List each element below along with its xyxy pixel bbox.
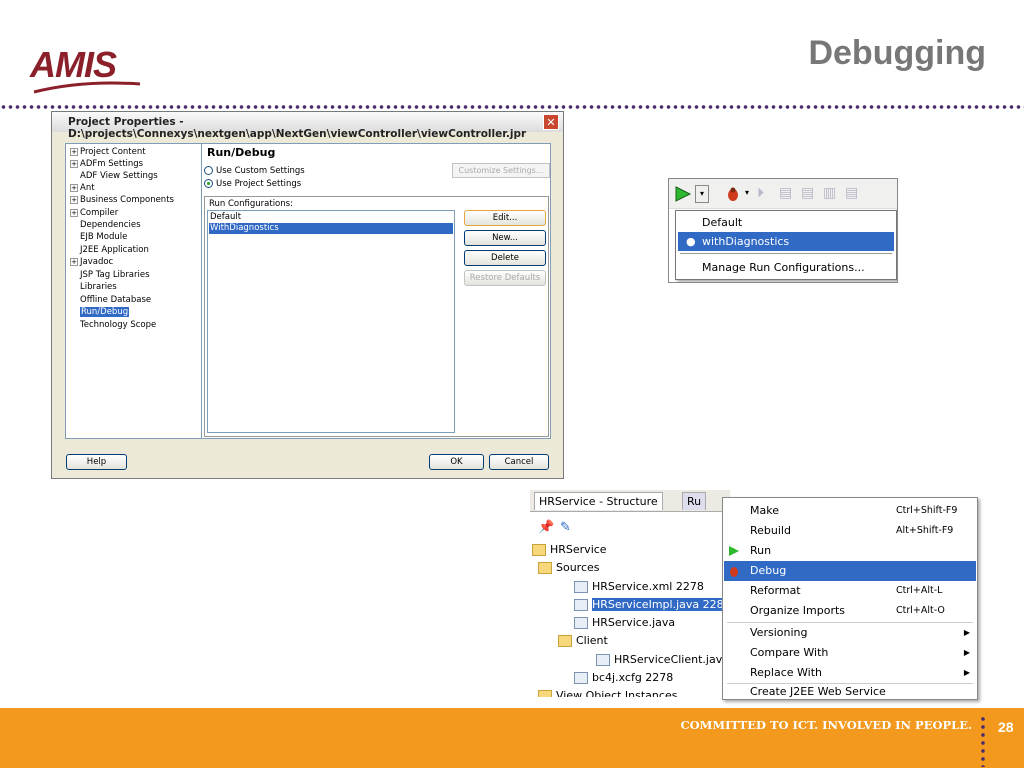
ok-button[interactable]: OK: [429, 454, 484, 470]
tree-item-project-content[interactable]: + Project Content: [70, 147, 146, 157]
debug-bug-icon[interactable]: [725, 186, 741, 202]
list-item[interactable]: WithDiagnostics: [209, 223, 453, 234]
submenu-arrow-icon: ▶: [963, 648, 970, 657]
tree-item-adf-view-settings[interactable]: ADF View Settings: [70, 171, 158, 181]
run-configurations-list[interactable]: Default WithDiagnostics: [207, 210, 455, 433]
menu-item-rebuild[interactable]: Rebuild Alt+Shift-F9: [724, 521, 976, 541]
tree-node-view-object-instances[interactable]: View Object Instances: [538, 688, 677, 697]
run-configurations-label: Run Configurations:: [209, 199, 293, 209]
tree-item-offline-database[interactable]: Offline Database: [70, 295, 151, 305]
tree-item-business-components[interactable]: + Business Components: [70, 195, 174, 205]
tree-item-ejb-module[interactable]: EJB Module: [70, 232, 127, 242]
menu-item-create-j2ee-web-service[interactable]: Create J2EE Web Service: [724, 682, 976, 702]
run-toolbar-popup: ▾ ▾ ⏵ ▤ ▤ ▥ ▤ Default ● withDiagnostics M…: [668, 178, 898, 283]
tree-item-libraries[interactable]: Libraries: [70, 282, 117, 292]
menu-item-organize-imports[interactable]: Organize Imports Ctrl+Alt-O: [724, 601, 976, 621]
submenu-arrow-icon: ▶: [963, 628, 970, 637]
menu-separator: [680, 253, 892, 254]
chevron-down-icon[interactable]: ▾: [695, 185, 709, 203]
dialog-title: Project Properties - D:\projects\Connexy…: [68, 116, 527, 140]
menu-item-withdiagnostics[interactable]: ● withDiagnostics: [678, 232, 894, 251]
restore-defaults-button[interactable]: Restore Defaults: [464, 270, 546, 286]
edit-button[interactable]: Edit...: [464, 210, 546, 226]
cancel-button[interactable]: Cancel: [489, 454, 549, 470]
tree-node-client[interactable]: Client: [558, 633, 608, 649]
tree-item-technology-scope[interactable]: Technology Scope: [70, 320, 156, 330]
java-file-icon: [574, 599, 588, 611]
app-module-icon: [532, 544, 546, 556]
panel-title: Run/Debug: [207, 146, 276, 159]
dotted-divider: [0, 103, 1024, 111]
step-into-icon: ▤: [801, 185, 815, 201]
menu-item-debug[interactable]: Debug: [724, 561, 976, 581]
context-menu: Make Ctrl+Shift-F9 Rebuild Alt+Shift-F9 Ru…: [722, 497, 978, 700]
menu-item-run[interactable]: Run: [724, 541, 976, 561]
close-icon[interactable]: ✕: [543, 114, 559, 130]
footer-tagline: COMMITTED TO ICT. INVOLVED IN PEOPLE.: [680, 718, 973, 732]
menu-item-replace-with[interactable]: Replace With ▶: [724, 663, 976, 683]
chevron-down-icon[interactable]: ▾: [745, 188, 749, 197]
tree-node-hrservice-java[interactable]: HRService.java: [574, 615, 675, 631]
selected-bullet-icon: ●: [686, 235, 696, 248]
pin-icon[interactable]: 📌: [538, 520, 554, 535]
new-button[interactable]: New...: [464, 230, 546, 246]
folder-icon: [558, 635, 572, 647]
list-item[interactable]: Default: [209, 212, 453, 223]
customize-settings-button[interactable]: Customize Settings...: [452, 163, 550, 178]
tree-item-run-debug[interactable]: Run/Debug: [70, 307, 130, 317]
menu-item-make[interactable]: Make Ctrl+Shift-F9: [724, 501, 976, 521]
footer-dots: [979, 715, 987, 767]
java-file-icon: [574, 617, 588, 629]
tree-node-hrservice[interactable]: HRService: [532, 542, 607, 558]
submenu-arrow-icon: ▶: [963, 668, 970, 677]
help-button[interactable]: Help: [66, 454, 127, 470]
run-icon[interactable]: [674, 185, 692, 203]
tree-item-compiler[interactable]: + Compiler: [70, 208, 118, 218]
tree-item-j2ee-application[interactable]: J2EE Application: [70, 245, 149, 255]
page-number: 28: [998, 719, 1014, 735]
tree-item-javadoc[interactable]: + Javadoc: [70, 257, 113, 267]
step-over-icon: ▤: [779, 185, 793, 201]
logo-swoosh-icon: [33, 81, 141, 94]
folder-icon: [538, 690, 552, 697]
menu-item-default[interactable]: Default: [678, 213, 894, 232]
pause-icon: ▤: [845, 185, 859, 201]
step-out-icon: ▥: [823, 185, 837, 201]
slide-title: Debugging: [808, 34, 986, 72]
use-project-settings-radio[interactable]: Use Project Settings: [204, 179, 301, 189]
tree-node-hrserviceimpl-java[interactable]: HRServiceImpl.java 228: [574, 597, 724, 613]
tree-node-sources[interactable]: Sources: [538, 560, 600, 576]
config-file-icon: [574, 672, 588, 684]
edit-icon[interactable]: ✎: [560, 520, 571, 535]
project-properties-dialog: Project Properties - D:\projects\Connexy…: [51, 111, 564, 479]
xml-file-icon: [574, 581, 588, 593]
java-file-icon: [596, 654, 610, 666]
tab-run[interactable]: Ru: [682, 492, 707, 510]
debug-bug-icon: [730, 567, 738, 577]
delete-button[interactable]: Delete: [464, 250, 546, 266]
tree-item-jsp-tag-libraries[interactable]: JSP Tag Libraries: [70, 270, 150, 280]
run-configurations-menu: Default ● withDiagnostics Manage Run Conf…: [675, 210, 897, 280]
dialog-titlebar[interactable]: Project Properties - D:\projects\Connexy…: [52, 112, 563, 140]
folder-icon: [538, 562, 552, 574]
tree-node-bc4j-xcfg[interactable]: bc4j.xcfg 2278: [574, 670, 673, 686]
tree-item-ant[interactable]: + Ant: [70, 183, 95, 193]
tree-item-dependencies[interactable]: Dependencies: [70, 220, 141, 230]
run-toolbar: ▾ ▾ ⏵ ▤ ▤ ▥ ▤: [669, 179, 897, 209]
menu-item-reformat[interactable]: Reformat Ctrl+Alt-L: [724, 581, 976, 601]
resume-icon: ⏵: [757, 185, 764, 201]
run-icon: [729, 546, 739, 556]
menu-item-compare-with[interactable]: Compare With ▶: [724, 643, 976, 663]
tab-structure[interactable]: HRService - Structure: [534, 492, 663, 510]
tree-node-hrservice-xml[interactable]: HRService.xml 2278: [574, 579, 704, 595]
use-custom-settings-radio[interactable]: Use Custom Settings: [204, 166, 305, 176]
tree-item-adfm-settings[interactable]: + ADFm Settings: [70, 159, 143, 169]
tree-node-hrserviceclient-java[interactable]: HRServiceClient.java: [596, 652, 729, 668]
menu-item-manage-run-configurations[interactable]: Manage Run Configurations...: [678, 258, 894, 277]
menu-item-versioning[interactable]: Versioning ▶: [724, 623, 976, 643]
footer-bar: [0, 708, 1024, 768]
